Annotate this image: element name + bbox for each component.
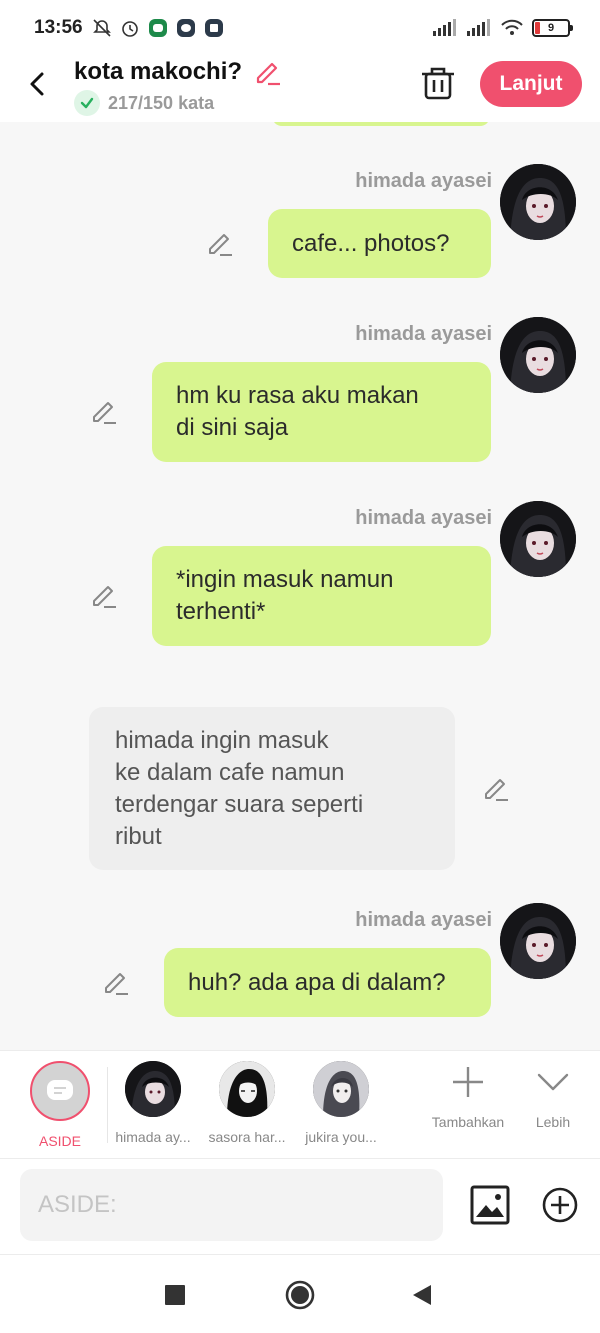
message-bubble[interactable]: hm ku rasa aku makan di sini saja (152, 362, 491, 462)
back-arrow-icon[interactable] (22, 64, 54, 104)
trash-icon[interactable] (420, 64, 456, 102)
edit-message-icon[interactable] (482, 774, 510, 802)
status-icons-right: 9 (432, 19, 573, 37)
wifi-icon (501, 19, 523, 35)
signal-icon (433, 19, 456, 36)
image-icon[interactable] (470, 1185, 510, 1225)
sender-name: himada ayasei (355, 170, 492, 192)
chevron-down-icon (537, 1073, 569, 1091)
avatar[interactable] (500, 501, 576, 577)
triangle-back-icon (413, 1285, 431, 1305)
previous-message-bubble (272, 122, 490, 126)
word-count: 217/150 kata (74, 90, 214, 116)
edit-message-icon[interactable] (90, 397, 118, 425)
add-character-label: Tambahkan (431, 1114, 505, 1130)
word-count-text: 217/150 kata (108, 92, 215, 113)
character-selector: ASIDE himada ay... sasora har... jukira … (0, 1050, 600, 1158)
aside-icon (30, 1061, 90, 1121)
sender-name: himada ayasei (355, 909, 492, 931)
home-circle-icon (285, 1280, 315, 1310)
avatar (313, 1061, 369, 1117)
square-icon (165, 1285, 185, 1305)
message-bubble[interactable]: huh? ada apa di dalam? (164, 948, 491, 1017)
edit-message-icon[interactable] (102, 968, 130, 996)
edit-message-icon[interactable] (206, 229, 234, 257)
signal-icon (467, 19, 490, 36)
more-button[interactable]: Lebih (518, 1065, 588, 1130)
message-bubble[interactable]: cafe... photos? (268, 209, 491, 278)
aside-selector[interactable]: ASIDE (14, 1061, 106, 1149)
chat-app-icon (177, 19, 195, 37)
message-text: hm ku rasa aku makan di sini saja (176, 382, 419, 441)
avatar[interactable] (500, 164, 576, 240)
message-bubble[interactable]: *ingin masuk namun terhenti* (152, 546, 491, 646)
character-item[interactable]: jukira you... (295, 1059, 387, 1145)
add-character-button[interactable]: Tambahkan (422, 1065, 514, 1130)
recents-button[interactable] (155, 1275, 195, 1315)
avatar[interactable] (500, 317, 576, 393)
alarm-icon (122, 21, 138, 37)
chat-header: kota makochi? 217/150 kata Lanjut (0, 56, 600, 122)
add-circle-icon[interactable] (540, 1185, 580, 1225)
system-nav-bar (0, 1254, 600, 1333)
chat-area[interactable]: himada ayasei cafe... photos? himada aya… (0, 122, 600, 1050)
check-icon (74, 90, 100, 116)
composer (0, 1158, 600, 1254)
more-label: Lebih (535, 1114, 571, 1130)
avatar (125, 1061, 181, 1117)
sender-name: himada ayasei (355, 507, 492, 529)
android-app-icon (149, 19, 167, 37)
character-name: jukira you... (305, 1129, 377, 1145)
page-title: kota makochi? (74, 58, 243, 85)
character-name: sasora har... (208, 1129, 286, 1145)
status-bar: 13:56 9 (0, 0, 600, 56)
back-button[interactable] (402, 1275, 442, 1315)
character-item[interactable]: sasora har... (201, 1059, 293, 1145)
edit-message-icon[interactable] (90, 581, 118, 609)
status-icons-left (92, 18, 224, 38)
home-button[interactable] (280, 1275, 320, 1315)
edit-title-icon[interactable] (254, 58, 282, 86)
status-time: 13:56 (34, 17, 83, 38)
avatar (219, 1061, 275, 1117)
media-app-icon (205, 19, 223, 37)
bell-off-icon (93, 19, 111, 37)
aside-label: ASIDE (38, 1133, 81, 1149)
aside-text: himada ingin masuk ke dalam cafe namun t… (115, 726, 364, 850)
character-item[interactable]: himada ay... (107, 1059, 199, 1145)
battery-icon: 9 (532, 19, 573, 37)
character-name: himada ay... (115, 1129, 191, 1145)
sender-name: himada ayasei (355, 323, 492, 345)
aside-bubble[interactable]: himada ingin masuk ke dalam cafe namun t… (89, 707, 455, 870)
next-button[interactable]: Lanjut (480, 61, 582, 107)
message-text: *ingin masuk namun terhenti* (176, 566, 394, 625)
message-text: huh? ada apa di dalam? (188, 968, 446, 996)
message-input[interactable] (20, 1169, 443, 1241)
avatar[interactable] (500, 903, 576, 979)
message-text: cafe... photos? (292, 229, 450, 257)
plus-icon (453, 1067, 483, 1097)
